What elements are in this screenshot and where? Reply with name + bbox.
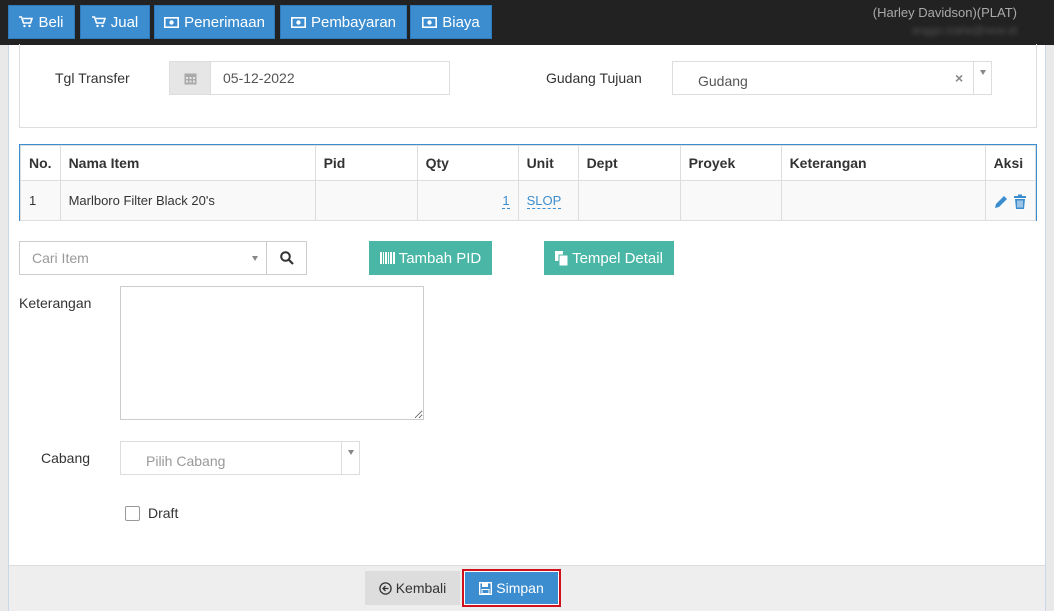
beli-label: Beli [38,13,64,31]
kembali-label: Kembali [395,580,447,596]
col-nama-item: Nama Item [59,145,316,181]
clear-icon[interactable]: × [955,70,963,86]
money-icon [164,16,180,28]
cell-pid[interactable] [314,180,418,221]
transfer-header: Tgl Transfer 05-12-2022 Gudang Tujuan Gu… [19,44,1037,128]
top-navbar: Beli Jual Penerimaan Pembayaran Biaya (H… [0,0,1054,45]
keterangan-label: Keterangan [19,295,92,311]
tambah-pid-button[interactable]: Tambah PID [369,241,492,275]
beli-button[interactable]: Beli [8,5,75,39]
table-row: 1 Marlboro Filter Black 20's 1 SLOP [20,180,1037,221]
arrow-left-circle-icon [378,581,392,595]
col-qty: Qty [416,145,519,181]
dropdown-toggle[interactable] [341,442,359,474]
table-header-row: No. Nama Item Pid Qty Unit Dept Proyek K… [20,145,1037,181]
simpan-label: Simpan [496,580,544,596]
dropdown-toggle[interactable] [973,62,991,94]
cabang-select[interactable]: Pilih Cabang [120,441,360,475]
cell-proyek[interactable] [679,180,782,221]
penerimaan-label: Penerimaan [184,13,265,31]
cari-item-placeholder: Cari Item [32,250,89,266]
qty-editable[interactable]: 1 [502,193,510,209]
chevron-down-icon [252,256,258,261]
cabang-placeholder: Pilih Cabang [146,453,226,469]
cell-aksi [984,180,1037,221]
chevron-down-icon [979,70,986,75]
col-keterangan: Keterangan [780,145,986,181]
simpan-button[interactable]: Simpan [462,569,561,607]
trash-icon[interactable] [1013,194,1027,209]
cabang-label: Cabang [41,450,91,466]
cari-item-select[interactable]: Cari Item [19,241,267,275]
col-no: No. [20,145,61,181]
jual-label: Jual [110,13,139,31]
paste-icon [555,250,569,266]
items-table: No. Nama Item Pid Qty Unit Dept Proyek K… [19,144,1037,221]
col-dept: Dept [577,145,681,181]
draft-label: Draft [148,505,179,521]
cell-nama-item: Marlboro Filter Black 20's [59,180,316,221]
col-aksi: Aksi [984,145,1037,181]
money-icon [422,16,438,28]
cell-unit: SLOP [517,180,579,221]
calendar-icon [184,73,196,84]
save-icon [479,581,493,595]
biaya-button[interactable]: Biaya [410,5,492,39]
main-panel: Tgl Transfer 05-12-2022 Gudang Tujuan Gu… [8,44,1046,611]
cell-qty: 1 [416,180,519,221]
gudang-tujuan-value: Gudang [698,73,748,89]
edit-icon[interactable] [994,194,1009,209]
cell-dept[interactable] [577,180,681,221]
cell-keterangan[interactable] [780,180,986,221]
tempel-detail-label: Tempel Detail [572,249,663,267]
search-icon [279,251,294,265]
tgl-transfer-input[interactable]: 05-12-2022 [211,61,450,95]
company-name: (Harley Davidson)(PLAT) [872,5,1017,20]
form-footer: Kembali Simpan [9,565,1045,611]
search-button[interactable] [266,241,307,275]
tambah-pid-label: Tambah PID [398,249,482,267]
col-pid: Pid [314,145,418,181]
money-icon [290,16,306,28]
cart-icon [19,16,34,28]
cell-no: 1 [20,180,61,221]
col-unit: Unit [517,145,579,181]
chevron-down-icon [347,450,354,455]
pembayaran-button[interactable]: Pembayaran [280,5,407,39]
gudang-tujuan-label: Gudang Tujuan [546,70,642,86]
pembayaran-label: Pembayaran [310,13,397,31]
cart-icon [91,16,106,28]
draft-checkbox[interactable] [125,506,140,521]
penerimaan-button[interactable]: Penerimaan [154,5,275,39]
unit-editable[interactable]: SLOP [526,193,562,209]
tempel-detail-button[interactable]: Tempel Detail [544,241,674,275]
kembali-button[interactable]: Kembali [365,571,460,605]
gudang-tujuan-select[interactable]: Gudang × [672,61,992,95]
barcode-icon [379,252,395,264]
col-proyek: Proyek [679,145,782,181]
tgl-transfer-label: Tgl Transfer [55,70,130,86]
calendar-addon[interactable] [169,61,211,95]
jual-button[interactable]: Jual [80,5,150,39]
biaya-label: Biaya [442,13,480,31]
keterangan-textarea[interactable] [120,286,424,420]
user-email: anggo.mahe@rexe.id [911,25,1017,37]
